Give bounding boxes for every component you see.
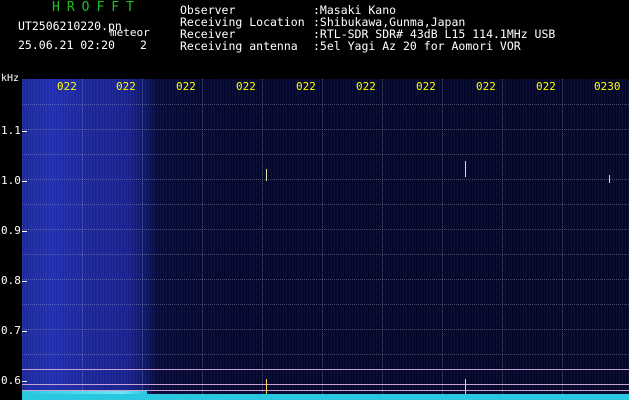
time-tick-label: 022: [536, 80, 556, 93]
time-tick-label: 022: [476, 80, 496, 93]
grid-line-h: [22, 329, 629, 330]
grid-line-h: [22, 254, 629, 255]
time-tick-label: 022: [236, 80, 256, 93]
grid-line-h: [22, 179, 629, 180]
time-tick-label: 022: [356, 80, 376, 93]
datetime-label: 25.06.21 02:20: [18, 38, 115, 52]
noise-floor-trace: [22, 394, 629, 400]
time-tick-label: 022: [116, 80, 136, 93]
grid-line-h: [22, 304, 629, 305]
grid-line-h: [22, 204, 629, 205]
grid-line-v: [142, 79, 143, 400]
y-tick-label: 1.0: [1, 174, 21, 187]
y-tick-label: 0.8: [1, 274, 21, 287]
grid-line-h: [22, 229, 629, 230]
y-tick-mark: [22, 381, 27, 382]
grid-line-h: [22, 354, 629, 355]
sequence-number: 2: [140, 38, 147, 52]
y-tick-label: 0.9: [1, 224, 21, 237]
y-tick-mark: [22, 231, 27, 232]
time-tick-label: 0230: [594, 80, 621, 93]
grid-line-v: [262, 79, 263, 400]
app-brand-title: HROFFT: [52, 0, 141, 15]
grid-line-v: [322, 79, 323, 400]
y-tick-label: 1.1: [1, 124, 21, 137]
time-tick-label: 022: [296, 80, 316, 93]
y-tick-mark: [22, 131, 27, 132]
meteor-echo: [465, 161, 466, 177]
grid-line-v: [82, 79, 83, 400]
y-tick-mark: [22, 281, 27, 282]
y-tick-label: 0.7: [1, 324, 21, 337]
grid-line-v: [202, 79, 203, 400]
antenna-label: Receiving antenna: [180, 39, 298, 53]
meteor-echo: [266, 169, 267, 181]
time-tick-label: 022: [176, 80, 196, 93]
time-tick-label: 022: [416, 80, 436, 93]
meteor-echo: [609, 175, 610, 183]
reference-line: [22, 384, 629, 385]
grid-line-h: [22, 154, 629, 155]
reference-line: [22, 369, 629, 370]
time-tick-label: 022: [57, 80, 77, 93]
grid-line-h: [22, 279, 629, 280]
spectrogram-panel: [22, 79, 629, 400]
grid-line-h: [22, 129, 629, 130]
grid-line-v: [442, 79, 443, 400]
filename-label: UT2506210220.pn: [18, 19, 122, 33]
y-tick-mark: [22, 181, 27, 182]
y-axis-unit: kHz: [1, 73, 20, 84]
antenna-value: :5el Yagi Az 20 for Aomori VOR: [313, 39, 521, 53]
grid-line-v: [562, 79, 563, 400]
y-tick-mark: [22, 331, 27, 332]
y-tick-label: 0.6: [1, 374, 21, 387]
grid-line-h: [22, 104, 629, 105]
grid-line-v: [382, 79, 383, 400]
grid-line-v: [502, 79, 503, 400]
